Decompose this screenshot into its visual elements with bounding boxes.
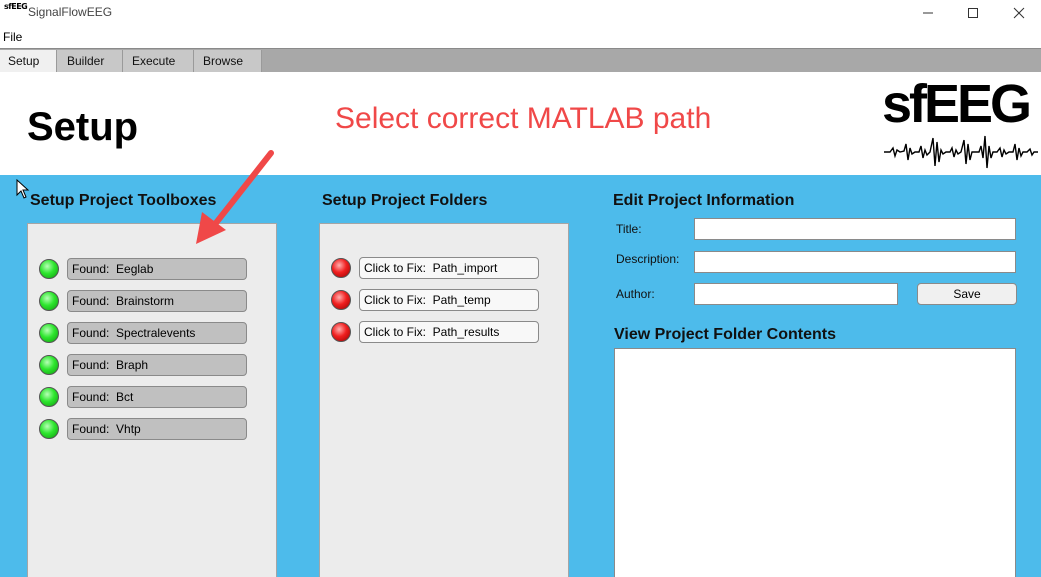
annotation-arrow-icon — [196, 150, 274, 244]
